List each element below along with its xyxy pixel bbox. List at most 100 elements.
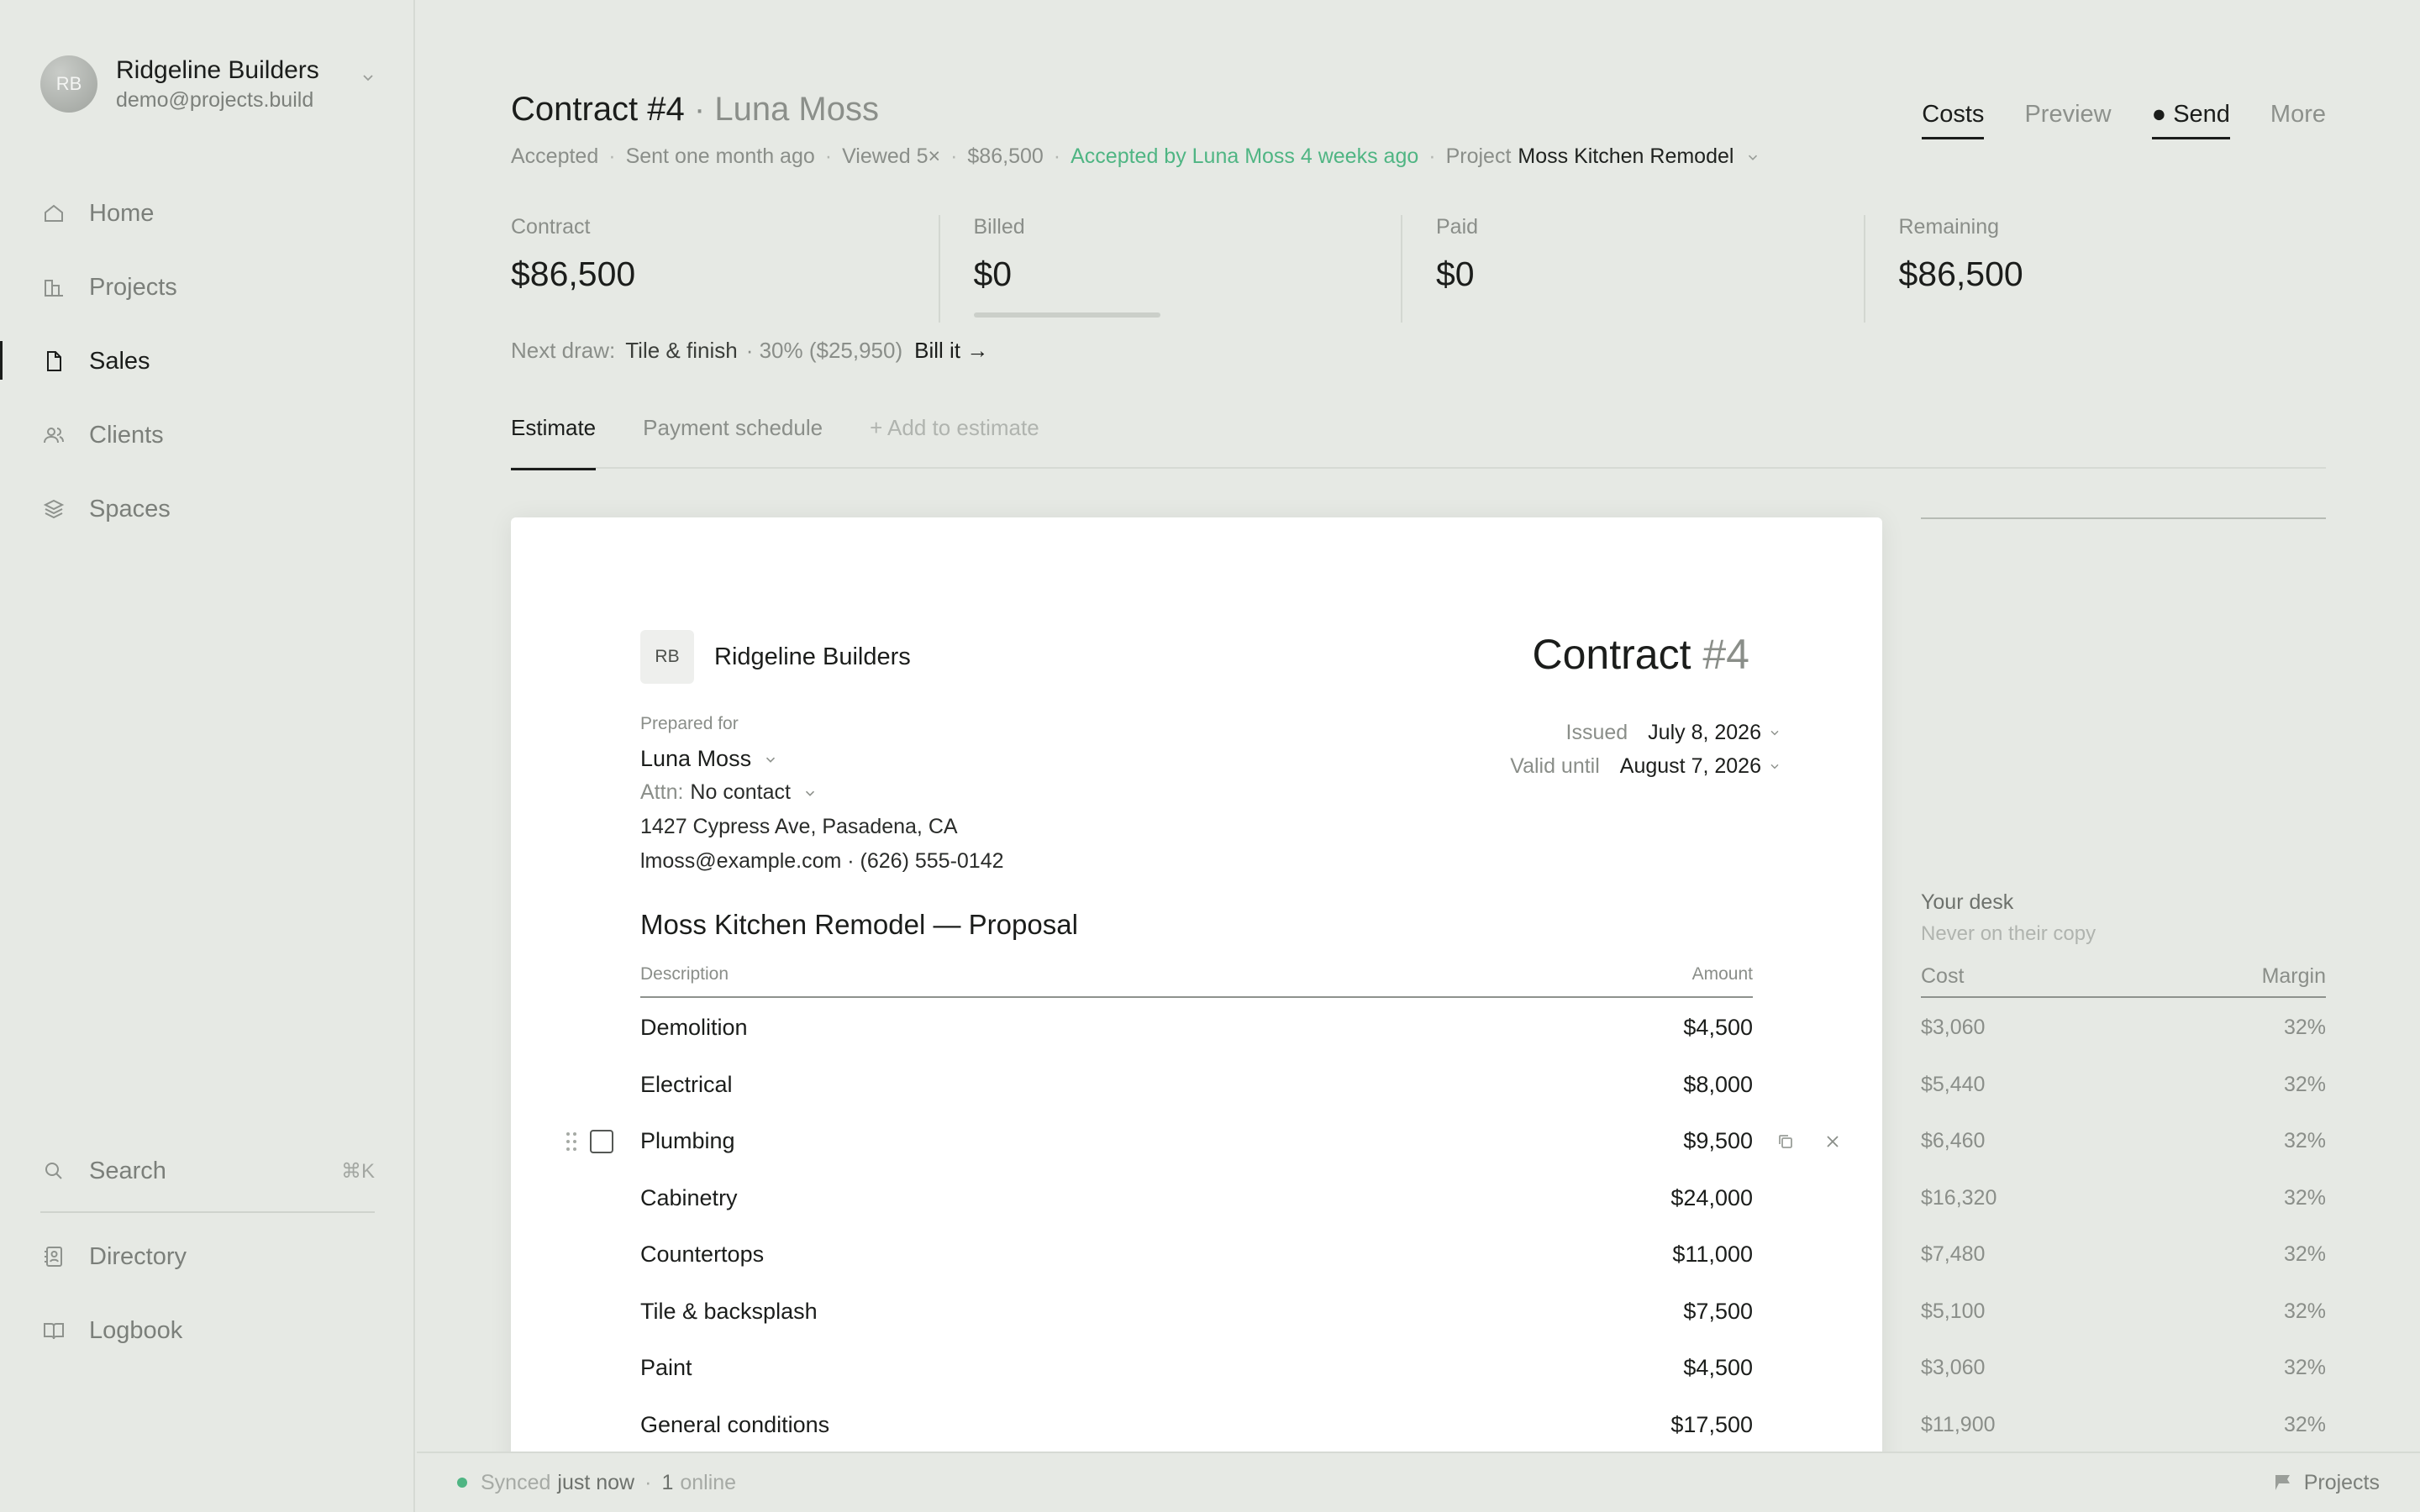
item-description: Demolition (640, 1015, 748, 1041)
item-description: Cabinetry (640, 1184, 738, 1210)
item-description: Plumbing (640, 1128, 735, 1154)
stat-label: Paid (1436, 215, 1479, 239)
cost-value: $6,460 (1921, 1129, 1986, 1153)
desk-row: $7,480 32% (1921, 1226, 2326, 1284)
billed-progress-bar (973, 312, 1160, 318)
status-bar: Synced just now · 1 online Projects (417, 1452, 2420, 1512)
project-name: Moss Kitchen Remodel (1518, 144, 1734, 168)
sidebar-item-label: Logbook (89, 1316, 183, 1344)
page-title: Contract #4 · Luna Moss (511, 91, 879, 129)
column-header-description: Description (640, 964, 729, 984)
column-header-cost: Cost (1921, 964, 1965, 988)
table-row[interactable]: Tile & backsplash $7,500 (640, 1284, 1753, 1341)
accepted-note: Accepted by Luna Moss 4 weeks ago (1071, 144, 1419, 168)
more-button[interactable]: More (2270, 101, 2326, 139)
close-icon[interactable] (1823, 1132, 1842, 1151)
table-row[interactable]: General conditions $17,500 (640, 1397, 1753, 1454)
amount-info: $86,500 (967, 144, 1044, 168)
sidebar-item-directory[interactable]: Directory (0, 1220, 415, 1294)
sidebar-item-clients[interactable]: Clients (0, 398, 415, 472)
item-amount: $17,500 (1670, 1411, 1753, 1437)
sync-status-dot-icon (457, 1478, 467, 1488)
desk-row: $16,320 32% (1921, 1170, 2326, 1227)
client-name: Luna Moss (640, 746, 752, 771)
issued-date[interactable]: Issued July 8, 2026 (1510, 716, 1781, 749)
item-amount: $24,000 (1670, 1184, 1753, 1210)
sidebar-item-home[interactable]: Home (0, 176, 415, 250)
search-button[interactable]: Search ⌘K (0, 1136, 415, 1206)
valid-value: August 7, 2026 (1619, 753, 1761, 778)
table-row[interactable]: Countertops $11,000 (640, 1226, 1753, 1284)
item-amount: $8,000 (1683, 1071, 1753, 1097)
attn-selector[interactable]: Attn: No contact (640, 780, 1004, 805)
chevron-down-icon (763, 752, 778, 767)
bill-it-button[interactable]: Bill it → (914, 338, 988, 364)
sidebar-item-label: Clients (89, 421, 164, 449)
sidebar-item-label: Directory (89, 1242, 187, 1270)
items-table-header: Description Amount (640, 964, 1753, 998)
projects-chat-button[interactable]: Projects (2272, 1471, 2380, 1495)
tab-payment-schedule[interactable]: Payment schedule (643, 415, 823, 469)
client-address: 1427 Cypress Ave, Pasadena, CA (640, 815, 958, 838)
column-header-margin: Margin (2261, 964, 2326, 988)
stat-value: $0 (1436, 255, 1475, 293)
table-row[interactable]: Demolition $4,500 (640, 1000, 1753, 1057)
send-button[interactable]: ● Send (2151, 101, 2230, 139)
item-amount: $7,500 (1683, 1298, 1753, 1324)
table-row-hovered[interactable]: Plumbing $9,500 (566, 1113, 1839, 1170)
valid-until-date[interactable]: Valid until August 7, 2026 (1510, 749, 1781, 783)
sidebar-item-sales[interactable]: Sales (0, 324, 415, 398)
row-checkbox[interactable] (590, 1129, 613, 1153)
stat-billed: Billed $0 (938, 215, 1402, 323)
desk-row: $11,900 32% (1921, 1397, 2326, 1454)
building-icon (40, 274, 67, 301)
project-selector[interactable]: Moss Kitchen Remodel (1518, 144, 1760, 169)
table-row[interactable]: Electrical $8,000 (640, 1057, 1753, 1114)
drag-handle-icon[interactable] (565, 1131, 578, 1152)
item-amount: $9,500 (1683, 1128, 1753, 1154)
synced-value: just now (557, 1470, 635, 1494)
next-draw-detail: · 30% ($25,950) (745, 338, 903, 363)
item-amount: $4,500 (1683, 1355, 1753, 1381)
attn-label: Attn: (640, 780, 684, 804)
issued-value: July 8, 2026 (1648, 720, 1761, 744)
chevron-down-icon (802, 785, 818, 801)
item-description: Tile & backsplash (640, 1298, 818, 1324)
online-label: online (680, 1470, 737, 1494)
document-tabs: Estimate Payment schedule + Add to estim… (511, 415, 2326, 470)
document-number: #4 (1702, 631, 1749, 678)
document-dates: Issued July 8, 2026 Valid until August 7… (1510, 716, 1781, 783)
desk-row: $6,460 32% (1921, 1113, 2326, 1170)
tab-preview[interactable]: Preview (2024, 101, 2111, 139)
layers-icon (40, 496, 67, 522)
margin-value: 32% (2283, 1356, 2326, 1380)
home-icon (40, 200, 67, 227)
table-row[interactable]: Paint $4,500 (640, 1340, 1753, 1397)
document-icon (40, 348, 67, 375)
search-shortcut: ⌘K (340, 1159, 375, 1183)
title-separator: · (684, 91, 715, 128)
account-switcher[interactable]: RB Ridgeline Builders demo@projects.buil… (40, 50, 376, 118)
prepared-for: Prepared for Luna Moss Attn: No contact … (640, 714, 1004, 874)
issued-label: Issued (1565, 720, 1628, 744)
margin-value: 32% (2283, 1129, 2326, 1153)
project-label: Project (1445, 144, 1512, 168)
line-items: Demolition $4,500 Electrical $8,000 Plum… (566, 1000, 1839, 1454)
document-brand: RB Ridgeline Builders (640, 630, 911, 684)
stat-label: Remaining (1898, 215, 2000, 239)
duplicate-icon[interactable] (1776, 1132, 1795, 1151)
client-selector[interactable]: Luna Moss (640, 746, 1004, 772)
table-row[interactable]: Cabinetry $24,000 (640, 1170, 1753, 1227)
client-contact: lmoss@example.com · (626) 555-0142 (640, 849, 1004, 873)
sidebar-item-projects[interactable]: Projects (0, 250, 415, 324)
item-description: General conditions (640, 1411, 830, 1437)
tab-estimate[interactable]: Estimate (511, 415, 597, 470)
item-description: Countertops (640, 1242, 765, 1268)
tab-costs[interactable]: Costs (1922, 101, 1985, 139)
sidebar-item-logbook[interactable]: Logbook (0, 1294, 415, 1368)
add-to-estimate-button[interactable]: + Add to estimate (870, 415, 1039, 469)
desk-subtitle: Never on their copy (1921, 922, 2096, 945)
sidebar-item-spaces[interactable]: Spaces (0, 472, 415, 546)
contact-book-icon (40, 1243, 67, 1270)
chevron-down-icon[interactable] (360, 69, 376, 90)
